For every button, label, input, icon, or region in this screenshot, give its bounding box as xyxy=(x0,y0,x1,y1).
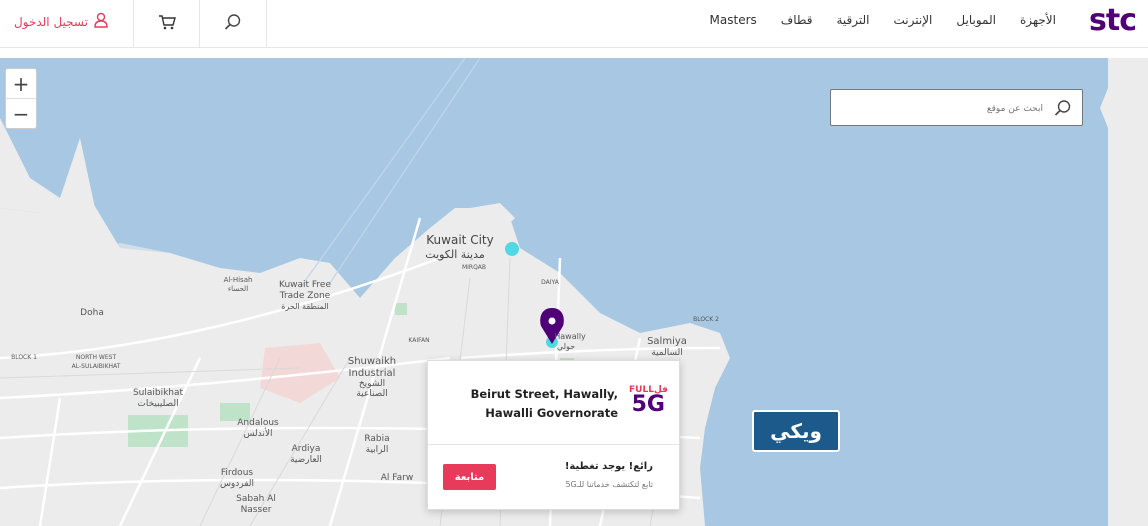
popup-divider xyxy=(428,444,679,445)
login-link[interactable]: تسجيل الدخول xyxy=(14,12,108,31)
label-north-west: NORTH WEST xyxy=(75,354,117,361)
map-search-icon[interactable] xyxy=(1054,99,1072,121)
label-mirqab: MIRQAB xyxy=(461,264,487,271)
label-alhisah-ar: الحساء xyxy=(227,285,249,293)
label-block-1: BLOCK 1 xyxy=(11,354,37,361)
main-nav: الأجهزة الموبايل الإنترنت الترقية قطاف M… xyxy=(686,13,1056,27)
stc-logo[interactable]: stc xyxy=(1089,3,1137,38)
label-sabah: Sabah Al xyxy=(236,494,276,504)
full-5g-badge: FULLفل 5G xyxy=(629,385,668,417)
label-firdous: Firdous xyxy=(220,468,254,478)
label-free-trade: Kuwait Free xyxy=(278,280,332,290)
zoom-in-button[interactable]: + xyxy=(6,69,36,98)
label-shuwaikh: Shuwaikh xyxy=(347,356,397,367)
user-icon xyxy=(94,12,108,31)
label-salmiya-ar: السالمية xyxy=(651,348,683,358)
label-shuwaikh-ar: الشويخ xyxy=(358,379,386,389)
map-search-input[interactable] xyxy=(841,97,1045,121)
nav-masters[interactable]: Masters xyxy=(710,13,757,27)
cart-button[interactable] xyxy=(133,0,200,47)
top-header: تسجيل الدخول الأجهزة الموبايل الإنترنت ا… xyxy=(0,0,1148,48)
follow-button[interactable]: متابعة xyxy=(443,464,496,490)
nav-mobile[interactable]: الموبايل xyxy=(956,13,996,27)
label-farwaniya: Al Farw xyxy=(380,473,414,483)
label-rabia: Rabia xyxy=(364,434,390,444)
coverage-title: رائع! يوجد تغطية! xyxy=(564,461,653,472)
label-alhisah: Al-Hisah xyxy=(223,276,253,284)
label-hawally: Hawally xyxy=(554,332,586,341)
login-label: تسجيل الدخول xyxy=(14,14,88,29)
label-ardiya-ar: العارضية xyxy=(290,455,322,465)
map-search-box xyxy=(830,89,1083,126)
zoom-controls: + − xyxy=(5,68,37,129)
zoom-out-button[interactable]: − xyxy=(6,98,36,128)
header-search-button[interactable] xyxy=(199,0,267,47)
label-al-sulaibikhat: AL-SULAIBIKHAT xyxy=(71,363,121,370)
label-kuwait-city: Kuwait City xyxy=(426,233,494,247)
label-andalous-ar: الأندلس xyxy=(243,429,273,439)
label-rabia-ar: الرابية xyxy=(365,445,389,455)
nav-internet[interactable]: الإنترنت xyxy=(894,13,933,27)
coverage-popup: Beirut Street, Hawally, Hawalli Governor… xyxy=(427,360,680,510)
label-sulaibikhat-ar: الصليبيخات xyxy=(137,399,179,409)
label-kuwait-city-ar: مدينة الكويت xyxy=(425,248,485,261)
badge-5g-text: 5G xyxy=(631,392,665,417)
label-andalous: Andalous xyxy=(237,418,279,428)
label-firdous-ar: الفردوس xyxy=(219,479,255,489)
label-ardiya: Ardiya xyxy=(291,444,321,454)
coverage-subtitle: تابع لتكتشف خدماتنا للـ5G xyxy=(565,480,653,489)
label-doha: Doha xyxy=(80,308,104,318)
label-kaifan: KAIFAN xyxy=(408,337,430,344)
label-sabah-2: Nasser xyxy=(240,505,272,515)
label-free-trade-2: Trade Zone xyxy=(279,291,331,301)
nav-upgrade[interactable]: الترقية xyxy=(836,13,869,27)
label-free-trade-ar: المنطقة الحرة xyxy=(281,302,329,311)
cart-icon xyxy=(158,14,176,34)
label-block-2: BLOCK 2 xyxy=(693,316,719,323)
label-shuwaikh-ar-2: الصناعية xyxy=(356,389,388,399)
label-salmiya: Salmiya xyxy=(647,336,687,347)
nav-qitaf[interactable]: قطاف xyxy=(781,13,813,27)
label-industrial: Industrial xyxy=(348,368,396,379)
label-hawally-ar: حولي xyxy=(556,342,576,351)
nav-devices[interactable]: الأجهزة xyxy=(1020,13,1056,27)
popup-address: Beirut Street, Hawally, Hawalli Governor… xyxy=(470,387,618,420)
wiki-badge[interactable]: ويكي xyxy=(752,410,840,452)
label-sulaibikhat: Sulaibikhat xyxy=(132,388,184,398)
label-daiya: DAIYA xyxy=(541,279,559,286)
search-icon xyxy=(224,13,242,35)
